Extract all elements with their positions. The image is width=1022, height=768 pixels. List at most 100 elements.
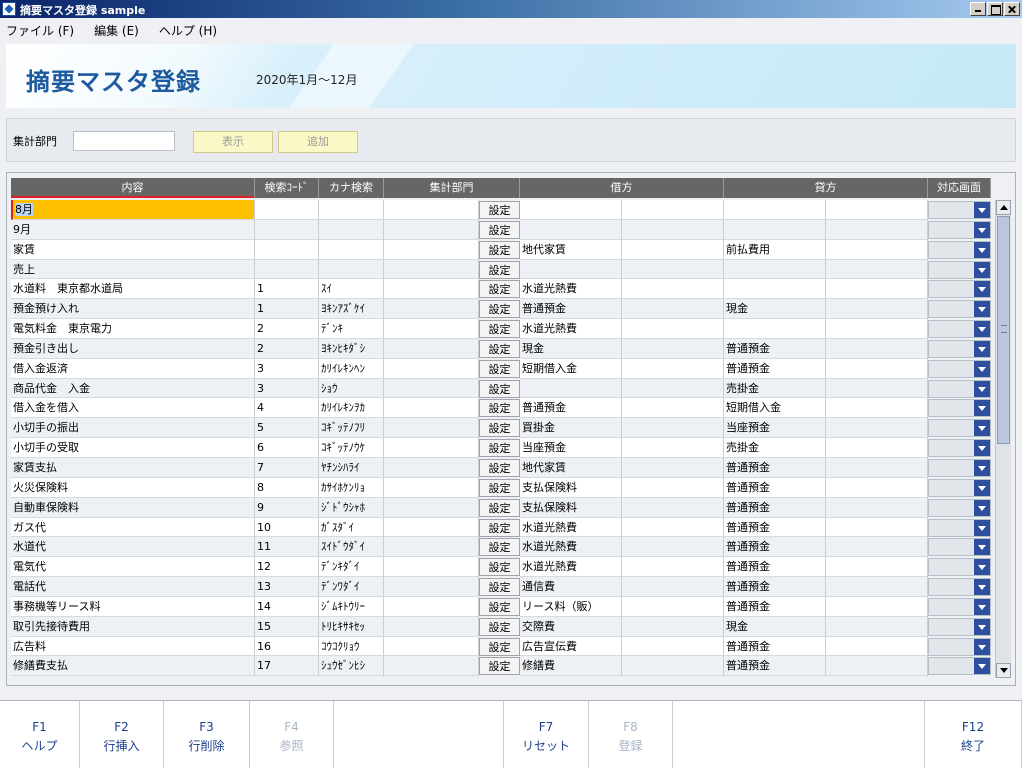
cell-search-code[interactable]: 2 bbox=[255, 338, 319, 359]
cell-credit[interactable]: 売掛金 bbox=[724, 378, 826, 399]
cell-debit[interactable]: 地代家賃 bbox=[520, 457, 622, 478]
cell-subaccount[interactable] bbox=[826, 418, 928, 439]
add-button[interactable]: 追加 bbox=[278, 131, 358, 153]
cell-kana[interactable] bbox=[319, 239, 384, 260]
cell-naiyo[interactable]: 水道料 東京都水道局 bbox=[11, 279, 255, 300]
chevron-down-icon[interactable] bbox=[974, 241, 990, 258]
chevron-down-icon[interactable] bbox=[974, 519, 990, 536]
cell-kana[interactable]: ﾖｷﾝｱｽﾞｹｲ bbox=[319, 299, 384, 320]
screen-dropdown[interactable] bbox=[928, 478, 991, 497]
cell-credit[interactable]: 普通預金 bbox=[724, 596, 826, 617]
cell-kana[interactable]: ｶﾘｲﾚｷﾝﾍﾝ bbox=[319, 358, 384, 379]
set-department-button[interactable]: 設定 bbox=[479, 498, 520, 517]
cell-debit[interactable]: リース料（販） bbox=[520, 596, 622, 617]
cell-credit[interactable]: 普通預金 bbox=[724, 517, 826, 538]
cell-subaccount[interactable] bbox=[826, 378, 928, 399]
fkey-f12[interactable]: F12 終了 bbox=[925, 701, 1022, 768]
header-code[interactable]: 検索ｺｰﾄﾞ bbox=[255, 178, 319, 198]
screen-dropdown[interactable] bbox=[928, 597, 991, 616]
cell-credit[interactable]: 普通預金 bbox=[724, 577, 826, 597]
cell-subaccount[interactable] bbox=[622, 457, 724, 478]
cell-kana[interactable]: ﾔﾁﾝｼﾊﾗｲ bbox=[319, 457, 384, 478]
chevron-down-icon[interactable] bbox=[974, 479, 990, 496]
cell-search-code[interactable] bbox=[255, 200, 319, 220]
chevron-down-icon[interactable] bbox=[974, 321, 990, 338]
scroll-thumb[interactable] bbox=[997, 216, 1010, 444]
cell-debit[interactable] bbox=[520, 259, 622, 280]
cell-naiyo[interactable]: 取引先接待費用 bbox=[11, 616, 255, 637]
cell-subaccount[interactable] bbox=[826, 398, 928, 419]
cell-credit[interactable]: 普通預金 bbox=[724, 497, 826, 518]
cell-credit[interactable]: 現金 bbox=[724, 299, 826, 320]
menu-help[interactable]: ヘルプ (H) bbox=[159, 22, 217, 39]
set-department-button[interactable]: 設定 bbox=[479, 320, 520, 339]
set-department-button[interactable]: 設定 bbox=[479, 339, 520, 358]
cell-search-code[interactable]: 6 bbox=[255, 438, 319, 458]
screen-dropdown[interactable] bbox=[928, 201, 991, 219]
cell-debit[interactable]: 広告宣伝費 bbox=[520, 636, 622, 657]
cell-department[interactable] bbox=[384, 358, 479, 379]
cell-kana[interactable] bbox=[319, 259, 384, 280]
cell-search-code[interactable]: 9 bbox=[255, 497, 319, 518]
cell-kana[interactable]: ﾃﾞﾝﾜﾀﾞｲ bbox=[319, 577, 384, 597]
cell-subaccount[interactable] bbox=[622, 537, 724, 558]
cell-kana[interactable]: ｺｷﾞｯﾃﾉﾌﾘ bbox=[319, 418, 384, 439]
cell-naiyo[interactable]: 売上 bbox=[11, 259, 255, 280]
cell-credit[interactable] bbox=[724, 279, 826, 300]
cell-search-code[interactable]: 11 bbox=[255, 537, 319, 558]
cell-subaccount[interactable] bbox=[826, 219, 928, 240]
cell-naiyo[interactable]: 家賃 bbox=[11, 239, 255, 260]
screen-dropdown[interactable] bbox=[928, 379, 991, 398]
cell-search-code[interactable]: 10 bbox=[255, 517, 319, 538]
chevron-down-icon[interactable] bbox=[974, 301, 990, 318]
screen-dropdown[interactable] bbox=[928, 320, 991, 339]
set-department-button[interactable]: 設定 bbox=[479, 518, 520, 537]
cell-department[interactable] bbox=[384, 219, 479, 240]
cell-subaccount[interactable] bbox=[826, 596, 928, 617]
cell-debit[interactable]: 短期借入金 bbox=[520, 358, 622, 379]
cell-search-code[interactable] bbox=[255, 259, 319, 280]
cell-credit[interactable]: 売掛金 bbox=[724, 438, 826, 458]
department-input[interactable] bbox=[73, 131, 175, 151]
cell-subaccount[interactable] bbox=[826, 557, 928, 578]
cell-subaccount[interactable] bbox=[622, 616, 724, 637]
screen-dropdown[interactable] bbox=[928, 558, 991, 577]
cell-department[interactable] bbox=[384, 636, 479, 657]
cell-credit[interactable]: 現金 bbox=[724, 616, 826, 637]
screen-dropdown[interactable] bbox=[928, 518, 991, 537]
cell-subaccount[interactable] bbox=[622, 299, 724, 320]
set-department-button[interactable]: 設定 bbox=[479, 538, 520, 557]
cell-naiyo[interactable]: 家賃支払 bbox=[11, 457, 255, 478]
cell-search-code[interactable]: 5 bbox=[255, 418, 319, 439]
cell-subaccount[interactable] bbox=[622, 279, 724, 300]
screen-dropdown[interactable] bbox=[928, 458, 991, 477]
cell-naiyo[interactable]: 預金引き出し bbox=[11, 338, 255, 359]
cell-naiyo[interactable]: 水道代 bbox=[11, 537, 255, 558]
fkey-f3[interactable]: F3 行削除 bbox=[164, 701, 250, 768]
cell-debit[interactable] bbox=[520, 219, 622, 240]
cell-department[interactable] bbox=[384, 596, 479, 617]
cell-naiyo[interactable]: 小切手の振出 bbox=[11, 418, 255, 439]
cell-naiyo[interactable]: 預金預け入れ bbox=[11, 299, 255, 320]
fkey-f2[interactable]: F2 行挿入 bbox=[80, 701, 164, 768]
screen-dropdown[interactable] bbox=[928, 300, 991, 319]
cell-naiyo[interactable]: 自動車保険料 bbox=[11, 497, 255, 518]
cell-subaccount[interactable] bbox=[622, 517, 724, 538]
cell-department[interactable] bbox=[384, 438, 479, 458]
header-screen[interactable]: 対応画面 bbox=[928, 178, 991, 198]
cell-credit[interactable] bbox=[724, 200, 826, 220]
chevron-down-icon[interactable] bbox=[974, 340, 990, 357]
cell-subaccount[interactable] bbox=[622, 378, 724, 399]
cell-subaccount[interactable] bbox=[826, 477, 928, 498]
screen-dropdown[interactable] bbox=[928, 240, 991, 259]
cell-subaccount[interactable] bbox=[826, 616, 928, 637]
cell-search-code[interactable]: 2 bbox=[255, 319, 319, 339]
cell-department[interactable] bbox=[384, 616, 479, 637]
header-naiyo[interactable]: 内容 bbox=[11, 178, 255, 198]
cell-credit[interactable]: 普通預金 bbox=[724, 477, 826, 498]
set-department-button[interactable]: 設定 bbox=[479, 657, 520, 676]
cell-kana[interactable]: ｺｳｺｸﾘｮｳ bbox=[319, 636, 384, 657]
cell-debit[interactable]: 買掛金 bbox=[520, 418, 622, 439]
cell-subaccount[interactable] bbox=[622, 200, 724, 220]
cell-subaccount[interactable] bbox=[622, 259, 724, 280]
